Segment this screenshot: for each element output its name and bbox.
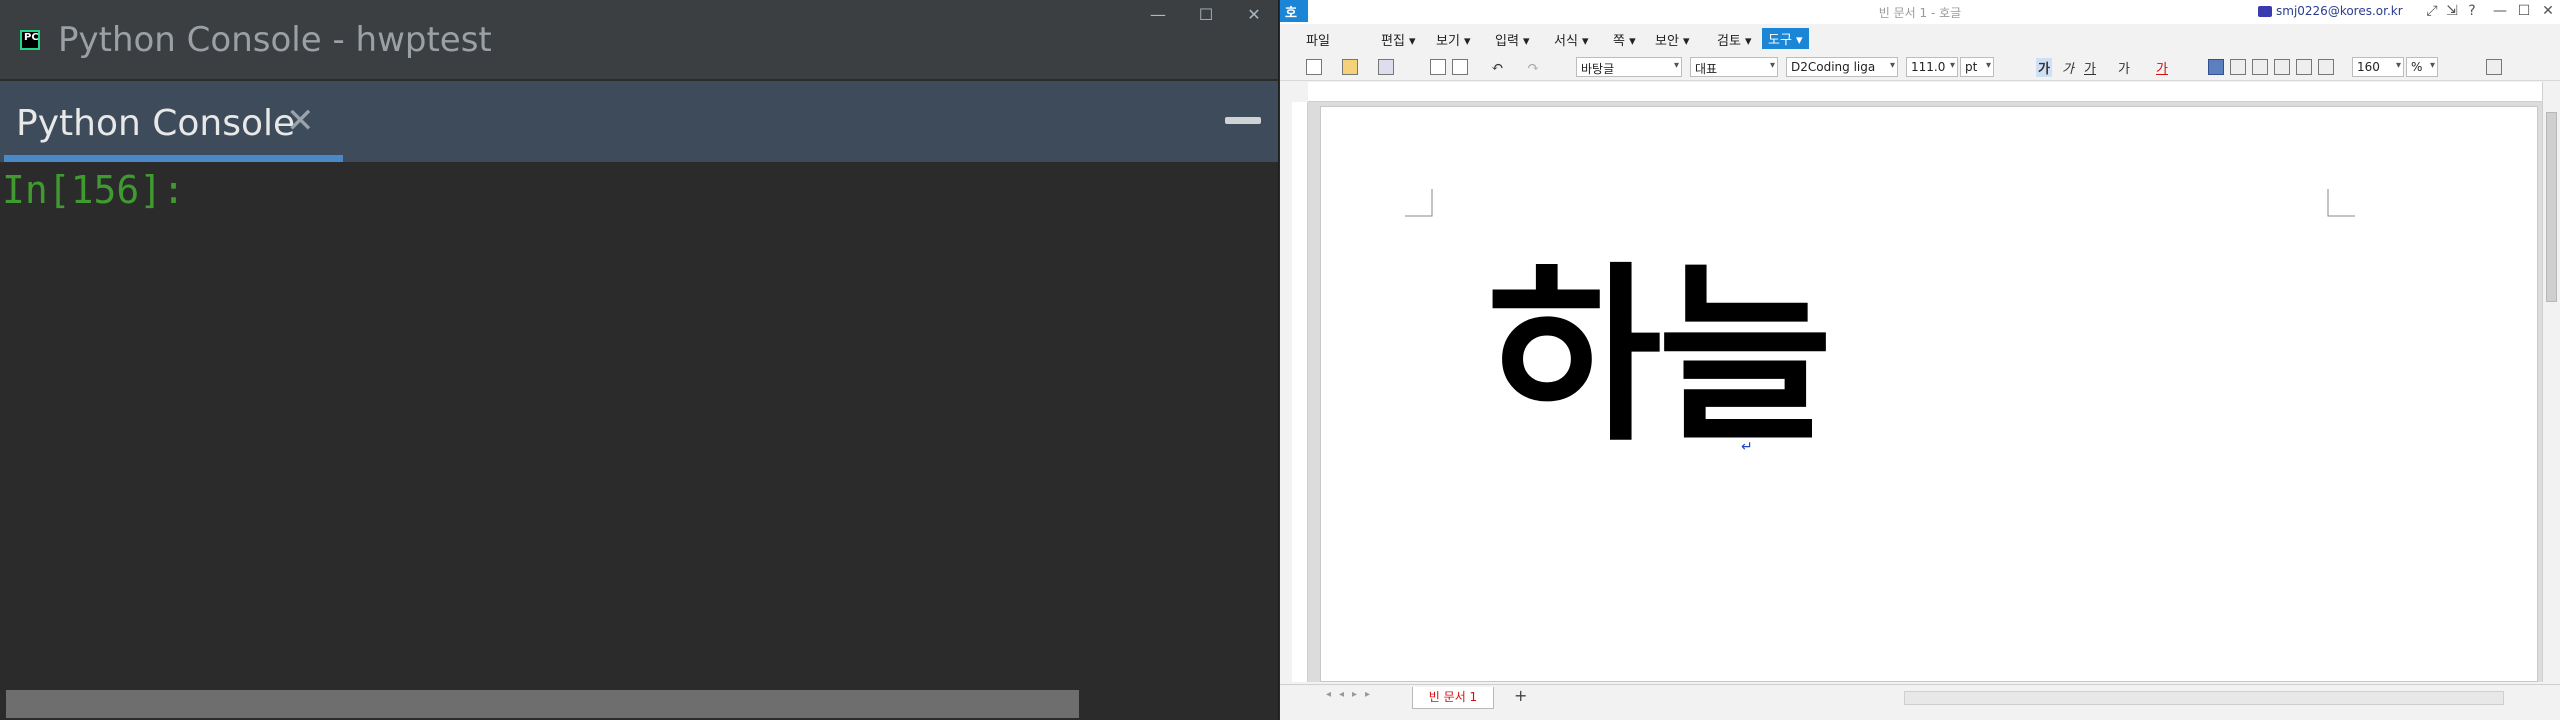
active-tab-indicator xyxy=(4,155,343,162)
hide-panel-icon[interactable] xyxy=(1225,117,1261,124)
scrollbar-thumb[interactable] xyxy=(2546,112,2557,302)
document-text[interactable]: 하늘 xyxy=(1487,262,1833,452)
strikeout-button[interactable]: 가 xyxy=(2118,58,2130,77)
sheet-tab[interactable]: 빈 문서 1 xyxy=(1412,687,1494,709)
print-icon[interactable] xyxy=(1430,59,1446,75)
zoom-unit-select[interactable]: % xyxy=(2406,57,2438,77)
language-select[interactable]: 대표 xyxy=(1690,57,1778,77)
hwp-logo-icon[interactable]: 호 xyxy=(1280,0,1308,22)
user-account[interactable]: smj0226@kores.or.kr xyxy=(2276,4,2403,18)
underline-button[interactable]: 가 xyxy=(2084,58,2096,77)
hwp-window: 호 빈 문서 1 - 호글 smj0226@kores.or.kr ⤢ ⇲ ? … xyxy=(1280,0,2560,720)
hwp-titlebar: 호 빈 문서 1 - 호글 smj0226@kores.or.kr ⤢ ⇲ ? … xyxy=(1280,0,2560,24)
app-icon-label: PC xyxy=(24,32,39,43)
font-unit-select[interactable]: pt xyxy=(1960,57,1994,77)
menu-review[interactable]: 검토 ▾ xyxy=(1717,30,1752,49)
console-output[interactable]: In[156]: xyxy=(0,162,1278,688)
tab-python-console[interactable]: Python Console ✕ xyxy=(0,81,343,162)
align-distribute-icon[interactable] xyxy=(2296,59,2312,75)
align-divide-icon[interactable] xyxy=(2318,59,2334,75)
italic-button[interactable]: 가 xyxy=(2062,58,2074,77)
document-title: 빈 문서 1 - 호글 xyxy=(1878,6,1962,20)
bold-button[interactable]: 가 xyxy=(2036,58,2052,77)
align-justify-icon[interactable] xyxy=(2208,59,2224,75)
pycharm-app-icon: PC xyxy=(20,30,40,50)
menu-view[interactable]: 보기 ▾ xyxy=(1436,30,1471,49)
scrollbar-thumb[interactable] xyxy=(6,690,1079,718)
align-left-icon[interactable] xyxy=(2230,59,2246,75)
menu-insert[interactable]: 입력 ▾ xyxy=(1495,30,1530,49)
horizontal-ruler[interactable] xyxy=(1308,82,2548,102)
minimize-button[interactable]: — xyxy=(2490,3,2510,19)
user-icon xyxy=(2258,6,2272,17)
font-size-input[interactable]: 111.0 xyxy=(1906,57,1958,77)
sheet-navigation[interactable]: ◂◂▸▸ xyxy=(1326,689,1378,700)
document-workspace: 하늘 ↵ xyxy=(1308,102,2548,682)
vertical-scrollbar[interactable] xyxy=(2542,82,2560,682)
tab-label: Python Console xyxy=(16,103,296,144)
menu-file[interactable]: 파일 xyxy=(1306,30,1330,49)
close-button[interactable]: ✕ xyxy=(2538,3,2558,19)
menu-tools[interactable]: 도구 ▾ xyxy=(1762,28,1809,49)
logo-glyph: 호 xyxy=(1285,6,1297,21)
console-tabbar: Python Console ✕ xyxy=(0,81,1278,218)
add-sheet-button[interactable]: + xyxy=(1514,686,1527,705)
new-document-icon[interactable] xyxy=(1306,59,1322,75)
maximize-button[interactable]: ☐ xyxy=(2514,3,2534,19)
font-select[interactable]: D2Coding liga xyxy=(1786,57,1898,77)
close-tab-icon[interactable]: ✕ xyxy=(286,101,315,141)
view-options-icon[interactable] xyxy=(2486,59,2502,75)
crop-mark-top-left xyxy=(1405,189,1433,217)
format-toolbar: ↶ ↷ 바탕글 대표 D2Coding liga 111.0 pt 가 가 가 … xyxy=(1280,53,2560,81)
sheet-bar: ◂◂▸▸ 빈 문서 1 + xyxy=(1280,684,2560,720)
console-prompt: In[156]: xyxy=(2,168,186,212)
document-page[interactable]: 하늘 ↵ xyxy=(1320,106,2538,682)
align-right-icon[interactable] xyxy=(2274,59,2290,75)
pycharm-titlebar: PC Python Console - hwptest — ☐ ✕ xyxy=(0,0,1278,80)
close-button[interactable]: ✕ xyxy=(1239,4,1269,26)
window-title: Python Console - hwptest xyxy=(58,20,492,60)
undo-icon[interactable]: ↶ xyxy=(1491,58,1504,76)
minimize-button[interactable]: — xyxy=(1143,4,1173,26)
paragraph-mark: ↵ xyxy=(1741,439,1753,455)
pycharm-window: PC Python Console - hwptest — ☐ ✕ Python… xyxy=(0,0,1279,720)
horizontal-scrollbar[interactable] xyxy=(1904,691,2504,705)
redo-icon[interactable]: ↷ xyxy=(1527,58,1540,76)
horizontal-scrollbar[interactable] xyxy=(0,688,1278,720)
maximize-button[interactable]: ☐ xyxy=(1191,4,1221,26)
vertical-ruler[interactable] xyxy=(1292,102,1308,682)
style-select[interactable]: 바탕글 xyxy=(1576,57,1682,77)
menu-format[interactable]: 서식 ▾ xyxy=(1554,30,1589,49)
help-icon[interactable]: ? xyxy=(2462,3,2482,19)
menubar: 파일 편집 ▾ 보기 ▾ 입력 ▾ 서식 ▾ 쪽 ▾ 보안 ▾ 검토 ▾ 도구 … xyxy=(1280,26,2560,52)
save-icon[interactable] xyxy=(1378,59,1394,75)
font-color-button[interactable]: 가 xyxy=(2156,58,2168,77)
menu-page[interactable]: 쪽 ▾ xyxy=(1613,30,1636,49)
align-center-icon[interactable] xyxy=(2252,59,2268,75)
menu-edit[interactable]: 편집 ▾ xyxy=(1381,30,1416,49)
print-preview-icon[interactable] xyxy=(1452,59,1468,75)
zoom-input[interactable]: 160 xyxy=(2352,57,2404,77)
menu-security[interactable]: 보안 ▾ xyxy=(1655,30,1690,49)
crop-mark-top-right xyxy=(2327,189,2355,217)
open-folder-icon[interactable] xyxy=(1342,59,1358,75)
restore-layout-icon[interactable]: ⇲ xyxy=(2442,3,2462,19)
fullscreen-icon[interactable]: ⤢ xyxy=(2422,3,2442,19)
